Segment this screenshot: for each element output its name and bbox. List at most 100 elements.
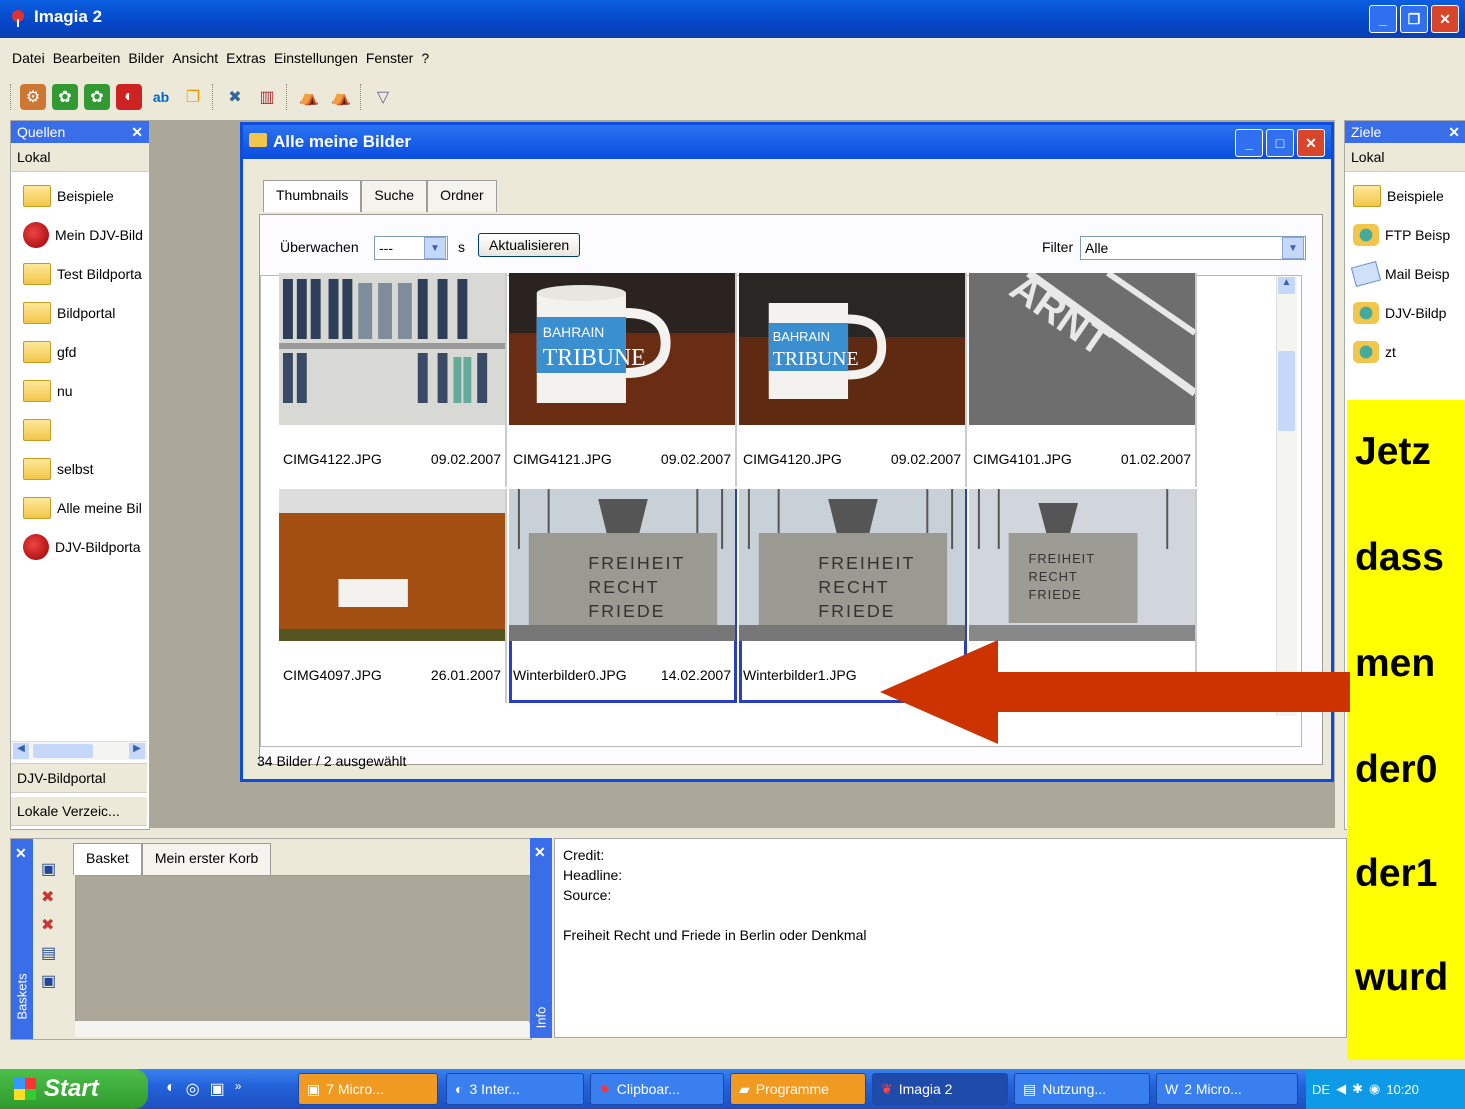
helmet-icon[interactable]: ◐ (116, 84, 142, 110)
close-icon[interactable]: ✕ (1448, 121, 1460, 143)
browser-icon[interactable]: ◎ (186, 1079, 200, 1099)
task-micro-7[interactable]: ▣ 7 Micro... (298, 1073, 438, 1105)
source-item-bildportal[interactable]: Bildportal (11, 293, 149, 332)
watch-interval-select[interactable]: --- ▼ (374, 236, 448, 260)
chevron-left-icon[interactable]: ◀ (1336, 1081, 1346, 1097)
basket-open-icon[interactable]: ▣ (41, 859, 56, 879)
scroll-thumb[interactable] (33, 744, 93, 758)
basket-remove-icon[interactable]: ✖ (41, 915, 56, 935)
basket-delete-icon[interactable]: ✖ (41, 887, 56, 907)
start-button[interactable]: Start (0, 1069, 148, 1109)
thumbnail-cimg4097[interactable]: CIMG4097.JPG 26.01.2007 (279, 489, 507, 703)
task-inter-3[interactable]: ◐ 3 Inter... (446, 1073, 584, 1105)
basket-down-icon[interactable]: ⛺ (328, 84, 354, 110)
chevron-down-icon[interactable]: ▼ (424, 237, 446, 259)
basket-up-icon[interactable]: ⛺ (296, 84, 322, 110)
restore-button[interactable]: ❐ (1400, 5, 1428, 33)
source-item-alle-meine-bilder[interactable]: Alle meine Bil (11, 488, 149, 527)
sources-list: Beispiele Mein DJV-Bild Test Bildporta B… (11, 172, 149, 566)
horizontal-scrollbar[interactable]: ◀ ▶ (11, 741, 147, 760)
task-micro-2[interactable]: W 2 Micro... (1156, 1073, 1298, 1105)
basket-scrollbar[interactable] (75, 1021, 529, 1037)
language-indicator[interactable]: DE (1312, 1082, 1330, 1097)
title-bar[interactable]: Imagia 2 _ ❐ ✕ (0, 0, 1465, 38)
import-icon[interactable]: ⚙ (20, 84, 46, 110)
sources-subtitle: Lokal (11, 143, 149, 172)
film-settings-icon[interactable]: ✿ (84, 84, 110, 110)
tools-icon[interactable]: ✖ (222, 84, 248, 110)
books-icon[interactable]: ▥ (254, 84, 280, 110)
targets-subtitle: Lokal (1345, 143, 1465, 172)
thumbnail-cimg4101[interactable]: ARNT CIMG4101.JPG 01.02.2007 (969, 273, 1197, 487)
image-window-titlebar[interactable]: Alle meine Bilder _ □ ✕ (243, 125, 1331, 159)
network-icon[interactable]: ◉ (1369, 1081, 1380, 1097)
menu-fenster[interactable]: Fenster (366, 50, 413, 66)
thumbnail-winterbilder0[interactable]: FREIHEIT RECHT FRIEDE Winterbilder0.JPG 1… (509, 489, 737, 703)
basket-print-icon[interactable]: ▣ (41, 971, 56, 991)
maximize-button[interactable]: □ (1266, 129, 1294, 157)
basket-tools: ▣ ✖ ✖ ▤ ▣ (41, 859, 56, 991)
menu-bilder[interactable]: Bilder (128, 50, 164, 66)
tab-suche[interactable]: Suche (361, 180, 428, 212)
thumbnail-cimg4122[interactable]: CIMG4122.JPG 09.02.2007 (279, 273, 507, 487)
menu-einstellungen[interactable]: Einstellungen (274, 50, 358, 66)
source-item-djv-bildportal[interactable]: DJV-Bildporta (11, 527, 149, 566)
tray-icon[interactable]: ✱ (1352, 1081, 1363, 1097)
minimize-button[interactable]: _ (1369, 5, 1397, 33)
refresh-button[interactable]: Aktualisieren (478, 233, 581, 257)
source-item-beispiele[interactable]: Beispiele (11, 176, 149, 215)
task-nutzung[interactable]: ▤ Nutzung... (1014, 1073, 1150, 1105)
close-button[interactable]: ✕ (1431, 5, 1459, 33)
menu-ansicht[interactable]: Ansicht (172, 50, 218, 66)
source-item-unnamed[interactable] (11, 410, 149, 449)
tab-mein-erster-korb[interactable]: Mein erster Korb (141, 843, 272, 875)
menu-datei[interactable]: Datei (12, 50, 45, 66)
thumbnail-cimg4121[interactable]: BAHRAIN TRIBUNE CIMG4121.JPG 09.02.2007 (509, 273, 737, 487)
source-item-gfd[interactable]: gfd (11, 332, 149, 371)
toolbar: ⚙ ✿ ✿ ◐ ab ❐ ✖ ▥ ⛺ ⛺ ▽ (10, 80, 396, 114)
chevron-right-icon[interactable]: » (235, 1079, 242, 1099)
menu-help[interactable]: ? (421, 50, 429, 66)
target-item-beispiele[interactable]: Beispiele (1345, 176, 1465, 215)
sources-tab-djv[interactable]: DJV-Bildportal (11, 763, 147, 793)
task-programme[interactable]: ▰ Programme (730, 1073, 866, 1105)
tab-thumbnails[interactable]: Thumbnails (263, 180, 362, 212)
rename-icon[interactable]: ab (148, 84, 174, 110)
filter-select[interactable]: Alle ▼ (1080, 236, 1306, 260)
close-icon[interactable]: ✕ (131, 121, 143, 143)
ie-icon[interactable]: ◐ (166, 1079, 176, 1099)
copy-icon[interactable]: ❐ (180, 84, 206, 110)
tab-strip: Thumbnails Suche Ordner (263, 180, 497, 212)
menu-extras[interactable]: Extras (226, 50, 266, 66)
scroll-up-icon[interactable]: ▲ (1278, 277, 1295, 294)
photo-mug: BAHRAIN TRIBUNE (509, 273, 735, 425)
scroll-left-icon[interactable]: ◀ (13, 743, 29, 759)
source-item-test-bildportal[interactable]: Test Bildporta (11, 254, 149, 293)
sources-tab-lokale[interactable]: Lokale Verzeic... (11, 797, 147, 826)
thumbnail-cimg4120[interactable]: BAHRAIN TRIBUNE CIMG4120.JPG 09.02.2007 (739, 273, 967, 487)
close-button[interactable]: ✕ (1297, 129, 1325, 157)
source-item-mein-djv[interactable]: Mein DJV-Bild (11, 215, 149, 254)
pin-icon[interactable]: ▽ (370, 84, 396, 110)
close-icon[interactable]: ✕ (15, 845, 27, 862)
film-icon[interactable]: ✿ (52, 84, 78, 110)
tab-basket[interactable]: Basket (73, 843, 142, 875)
task-imagia[interactable]: ❦ Imagia 2 (872, 1073, 1008, 1105)
target-item-zt[interactable]: zt (1345, 332, 1465, 371)
target-item-mail[interactable]: Mail Beisp (1345, 254, 1465, 293)
minimize-button[interactable]: _ (1235, 129, 1263, 157)
app-icon[interactable]: ▣ (210, 1079, 225, 1099)
tab-ordner[interactable]: Ordner (427, 180, 497, 212)
menu-bearbeiten[interactable]: Bearbeiten (53, 50, 121, 66)
scroll-thumb[interactable] (1278, 351, 1295, 431)
target-item-djv[interactable]: DJV-Bildp (1345, 293, 1465, 332)
scroll-right-icon[interactable]: ▶ (129, 743, 145, 759)
target-item-ftp[interactable]: FTP Beisp (1345, 215, 1465, 254)
close-icon[interactable]: ✕ (534, 844, 546, 861)
info-source: Source: (563, 887, 612, 903)
source-item-selbst[interactable]: selbst (11, 449, 149, 488)
chevron-down-icon[interactable]: ▼ (1282, 237, 1304, 259)
task-clipboard[interactable]: ✷ Clipboar... (590, 1073, 724, 1105)
basket-export-icon[interactable]: ▤ (41, 943, 56, 963)
source-item-nu[interactable]: nu (11, 371, 149, 410)
